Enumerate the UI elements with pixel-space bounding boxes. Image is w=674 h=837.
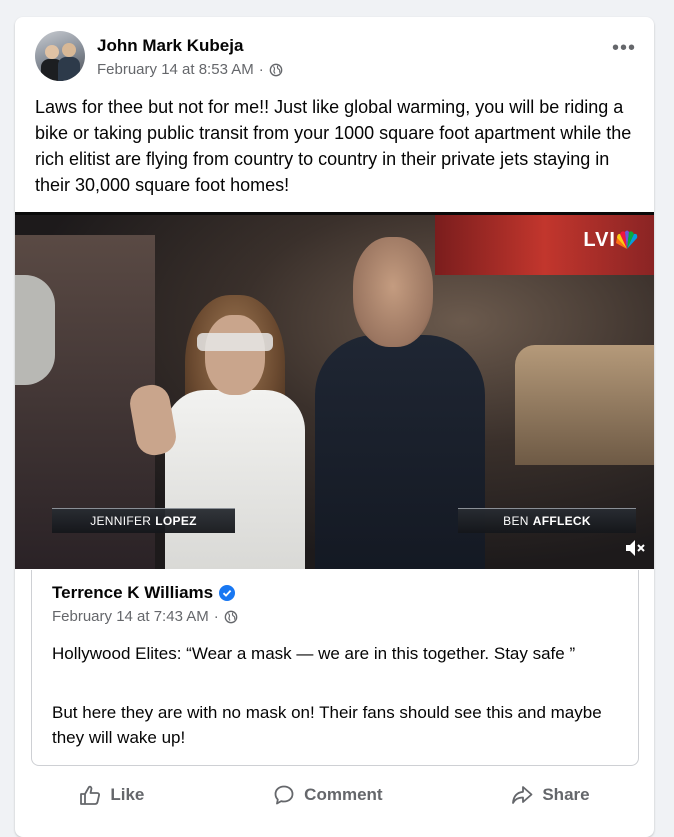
caption-first-name: BEN <box>503 514 529 528</box>
video-player[interactable]: LVI JENNIFER LOPEZ BEN AFFLECK <box>15 212 654 569</box>
author-avatar[interactable] <box>35 31 85 81</box>
post-meta: February 14 at 8:53 AM · <box>97 61 283 78</box>
name-caption-right: BEN AFFLECK <box>458 508 636 533</box>
name-caption-left: JENNIFER LOPEZ <box>52 508 235 533</box>
more-options-icon[interactable]: ••• <box>612 38 636 58</box>
meta-separator: · <box>213 608 219 625</box>
comment-button[interactable]: Comment <box>273 784 383 806</box>
meta-separator: · <box>258 61 264 78</box>
mute-icon[interactable] <box>624 537 646 559</box>
like-label: Like <box>110 785 145 804</box>
shared-author: Terrence K Williams <box>52 583 236 603</box>
shared-post-text: Hollywood Elites: “Wear a mask — we are … <box>52 644 576 663</box>
like-button[interactable]: Like <box>79 784 144 806</box>
share-button[interactable]: Share <box>511 784 590 806</box>
caption-first-name: JENNIFER <box>90 514 152 528</box>
shared-post[interactable]: Terrence K Williams February 14 at 7:43 … <box>31 570 639 766</box>
caption-last-name: LOPEZ <box>155 514 197 528</box>
broadcast-logo: LVI <box>583 229 616 251</box>
post-text: Laws for thee but not for me!! Just like… <box>35 97 632 195</box>
share-arrow-icon <box>512 786 533 804</box>
shared-post-meta: February 14 at 7:43 AM · <box>52 608 238 625</box>
post-card: John Mark Kubeja February 14 at 8:53 AM … <box>15 17 654 837</box>
peacock-logo-icon <box>616 230 638 249</box>
shared-timestamp[interactable]: February 14 at 7:43 AM <box>52 608 209 625</box>
caption-last-name: AFFLECK <box>532 514 591 528</box>
comment-icon <box>274 785 294 805</box>
globe-icon[interactable] <box>224 610 238 624</box>
comment-label: Comment <box>304 785 383 804</box>
author-name[interactable]: John Mark Kubeja <box>97 36 243 56</box>
thumbs-up-icon <box>80 785 101 805</box>
action-bar: Like Comment Share <box>15 775 654 815</box>
shared-author-name[interactable]: Terrence K Williams <box>52 583 213 603</box>
post-timestamp[interactable]: February 14 at 8:53 AM <box>97 61 254 78</box>
share-label: Share <box>542 785 590 804</box>
globe-icon[interactable] <box>269 63 283 77</box>
shared-post-text: But here they are with no mask on! Their… <box>52 703 602 747</box>
verified-badge-icon <box>219 585 236 601</box>
